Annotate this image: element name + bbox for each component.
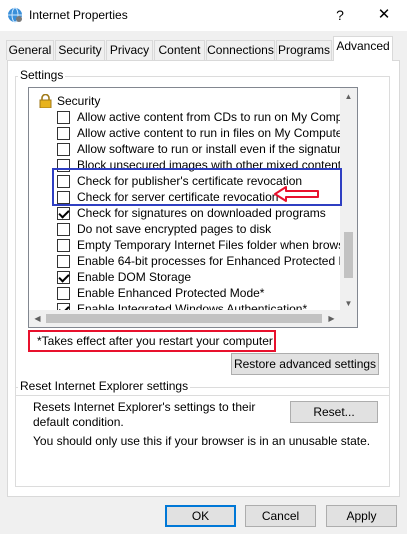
vertical-scroll-thumb[interactable] [344, 232, 353, 278]
tab-advanced[interactable]: Advanced [333, 36, 393, 61]
lock-icon [39, 94, 52, 108]
setting-item[interactable]: Empty Temporary Internet Files folder wh… [29, 237, 357, 253]
reset-button[interactable]: Reset... [290, 401, 378, 423]
checkbox[interactable] [57, 287, 70, 300]
vertical-scrollbar[interactable]: ▲ ▼ [340, 88, 357, 312]
close-button[interactable]: ✕ [370, 4, 398, 26]
setting-label: Do not save encrypted pages to disk [77, 222, 272, 236]
setting-label: Allow active content from CDs to run on … [77, 110, 358, 124]
setting-item[interactable]: Allow active content from CDs to run on … [29, 109, 358, 125]
section-security: Security [29, 93, 357, 109]
horizontal-scrollbar[interactable]: ◀ ▶ [29, 310, 357, 327]
setting-item[interactable]: Enable DOM Storage [29, 269, 357, 285]
setting-label: Allow active content to run in files on … [77, 126, 352, 140]
window-title: Internet Properties [29, 8, 128, 22]
checkbox-checked[interactable] [57, 271, 70, 284]
title-bar: Internet Properties ? ✕ [0, 0, 407, 31]
setting-item[interactable]: Allow software to run or install even if… [29, 141, 357, 157]
scroll-right-arrow-icon[interactable]: ▶ [323, 310, 340, 327]
reset-group-label: Reset Internet Explorer settings [18, 379, 191, 393]
tab-security[interactable]: Security [55, 40, 105, 60]
help-button[interactable]: ? [328, 4, 352, 26]
tab-content[interactable]: Content [154, 40, 205, 60]
dialog-body: General Security Privacy Content Connect… [0, 31, 407, 534]
setting-label: Enable 64-bit processes for Enhanced Pro… [77, 254, 358, 268]
setting-item[interactable]: Enable 64-bit processes for Enhanced Pro… [29, 253, 358, 269]
checkbox[interactable] [57, 127, 70, 140]
restart-note: *Takes effect after you restart your com… [37, 334, 273, 348]
setting-item[interactable]: Check for signatures on downloaded progr… [29, 205, 357, 221]
restore-advanced-settings-button[interactable]: Restore advanced settings [231, 353, 379, 375]
tab-privacy[interactable]: Privacy [106, 40, 153, 60]
tab-connections[interactable]: Connections [206, 40, 275, 60]
apply-button[interactable]: Apply [326, 505, 397, 527]
scroll-corner [340, 310, 357, 327]
cancel-button[interactable]: Cancel [245, 505, 316, 527]
checkbox-checked[interactable] [57, 207, 70, 220]
settings-list[interactable]: Security Allow active content from CDs t… [28, 87, 358, 328]
setting-label: Enable DOM Storage [77, 270, 192, 284]
checkbox[interactable] [57, 239, 70, 252]
checkbox[interactable] [57, 143, 70, 156]
setting-item[interactable]: Enable Enhanced Protected Mode* [29, 285, 357, 301]
advanced-panel: Settings Security Allow active content f… [7, 60, 400, 497]
internet-explorer-icon [8, 7, 22, 23]
section-label: Security [57, 94, 101, 108]
scroll-left-arrow-icon[interactable]: ◀ [29, 310, 46, 327]
reset-warning: You should only use this if your browser… [33, 434, 371, 448]
tab-general[interactable]: General [6, 40, 54, 60]
tab-programs[interactable]: Programs [276, 40, 332, 60]
ok-button[interactable]: OK [165, 505, 236, 527]
setting-label: Check for signatures on downloaded progr… [77, 206, 326, 220]
setting-label: Empty Temporary Internet Files folder wh… [77, 238, 357, 252]
setting-item[interactable]: Allow active content to run in files on … [29, 125, 357, 141]
checkbox[interactable] [57, 255, 70, 268]
checkbox[interactable] [57, 111, 70, 124]
scroll-up-arrow-icon[interactable]: ▲ [340, 88, 357, 105]
horizontal-scroll-thumb[interactable] [46, 314, 322, 323]
red-arrow-icon [274, 186, 319, 202]
setting-label: Enable Enhanced Protected Mode* [77, 286, 265, 300]
checkbox[interactable] [57, 223, 70, 236]
settings-group-label: Settings [18, 68, 66, 82]
reset-description: Resets Internet Explorer's settings to t… [33, 400, 256, 429]
setting-item[interactable]: Do not save encrypted pages to disk [29, 221, 357, 237]
setting-label: Allow software to run or install even if… [77, 142, 357, 156]
